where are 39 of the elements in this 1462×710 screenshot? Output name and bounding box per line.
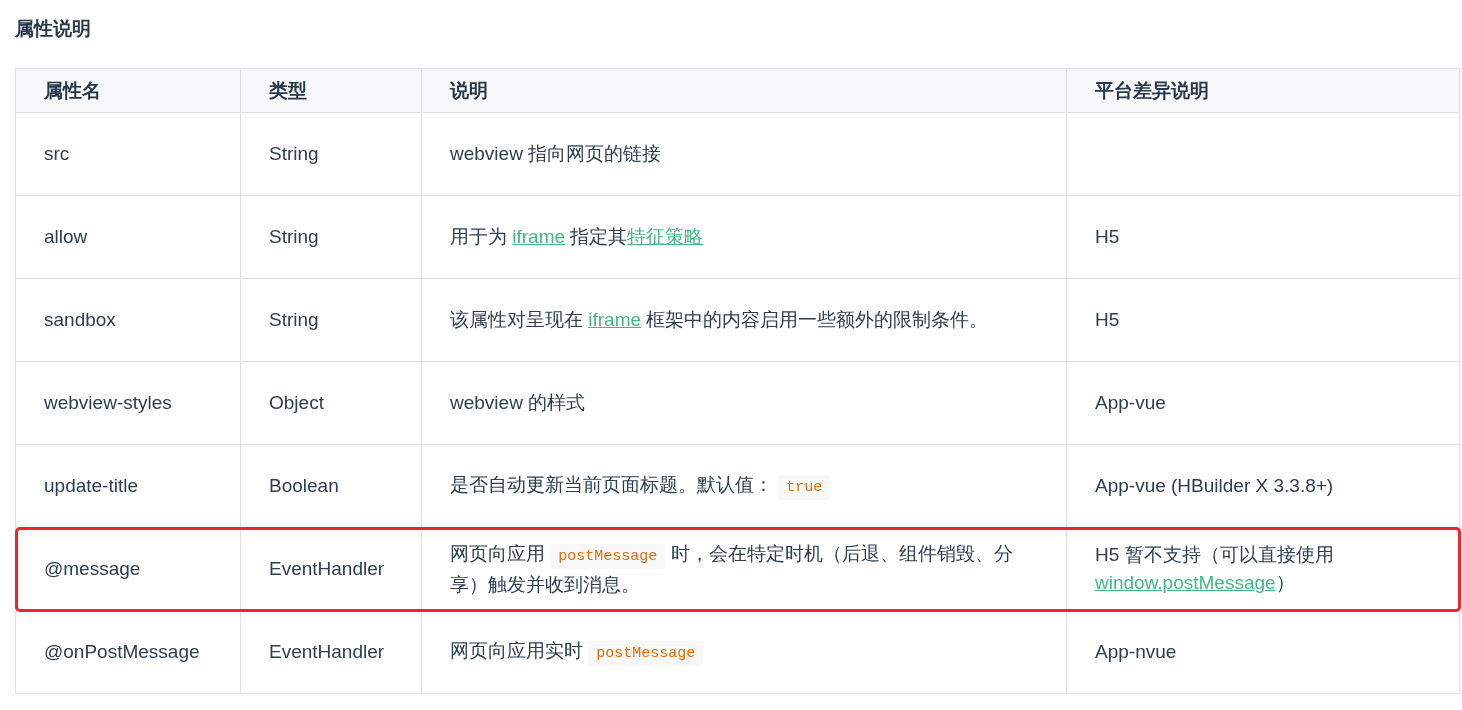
platform-cell: App-vue (HBuilder X 3.3.8+) <box>1067 445 1460 528</box>
table-cell: @onPostMessage <box>16 611 241 694</box>
inline-code: postMessage <box>550 543 666 569</box>
column-header: 说明 <box>422 69 1067 113</box>
table-cell: String <box>241 196 422 279</box>
column-header: 平台差异说明 <box>1067 69 1460 113</box>
platform-cell: H5 <box>1067 279 1460 362</box>
table-cell: allow <box>16 196 241 279</box>
table-cell: EventHandler <box>241 528 422 611</box>
column-header: 属性名 <box>16 69 241 113</box>
platform-cell: App-vue <box>1067 362 1460 445</box>
platform-cell: H5 暂不支持（可以直接使用 window.postMessage） <box>1067 528 1460 611</box>
table-cell: @message <box>16 528 241 611</box>
inline-code: true <box>778 474 831 500</box>
description-cell: 是否自动更新当前页面标题。默认值： true <box>422 445 1067 528</box>
link[interactable]: iframe <box>588 309 642 330</box>
description-cell: 网页向应用实时 postMessage <box>422 611 1067 694</box>
table-cell: Boolean <box>241 445 422 528</box>
description-cell: 用于为 iframe 指定其特征策略 <box>422 196 1067 279</box>
description-cell: 网页向应用 postMessage 时，会在特定时机（后退、组件销毁、分享）触发并收到消息。 <box>422 528 1067 611</box>
description-cell: 该属性对呈现在 iframe 框架中的内容启用一些额外的限制条件。 <box>422 279 1067 362</box>
table-cell: update-title <box>16 445 241 528</box>
link[interactable]: window.postMessage <box>1095 572 1276 593</box>
table-cell: src <box>16 113 241 196</box>
table-cell: String <box>241 113 422 196</box>
description-cell: webview 的样式 <box>422 362 1067 445</box>
platform-cell: H5 <box>1067 196 1460 279</box>
platform-cell: App-nvue <box>1067 611 1460 694</box>
table-cell: Object <box>241 362 422 445</box>
table-cell: webview-styles <box>16 362 241 445</box>
description-cell: webview 指向网页的链接 <box>422 113 1067 196</box>
section-heading: 属性说明 <box>15 17 92 41</box>
inline-code: postMessage <box>588 640 704 666</box>
link[interactable]: iframe <box>512 226 566 247</box>
table-cell: EventHandler <box>241 611 422 694</box>
link[interactable]: 特征策略 <box>627 226 704 247</box>
table-cell: String <box>241 279 422 362</box>
table-cell: sandbox <box>16 279 241 362</box>
column-header: 类型 <box>241 69 422 113</box>
